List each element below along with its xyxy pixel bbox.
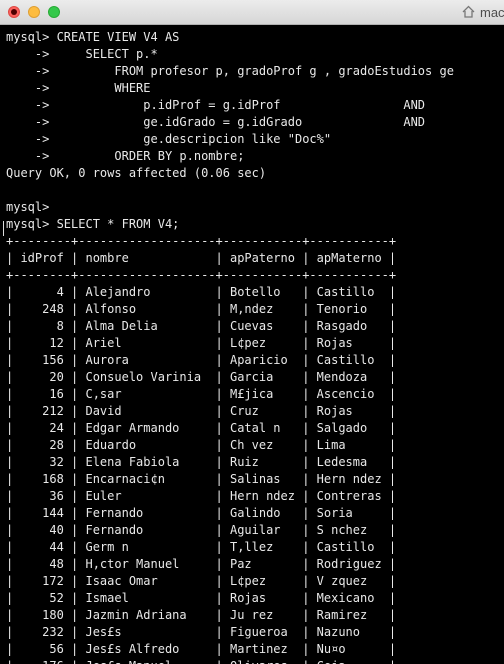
- close-icon: [11, 9, 17, 15]
- window-titlebar: mac: [0, 0, 504, 25]
- terminal-line: | 176 | Jes£s Manuel | Olivares | Ceja |: [6, 658, 396, 664]
- terminal-line: | 16 | C,sar | M£jica | Ascencio |: [6, 387, 397, 401]
- terminal-line: -> FROM profesor p, gradoProf g , gradoE…: [6, 64, 454, 78]
- terminal-line: | 212 | David | Cruz | Rojas |: [6, 404, 397, 418]
- terminal-line: -> p.idProf = g.idProf AND: [6, 98, 426, 112]
- terminal-output[interactable]: mysql> CREATE VIEW V4 AS -> SELECT p.* -…: [0, 25, 504, 664]
- terminal-line: | 36 | Euler | Hern ndez | Contreras |: [6, 489, 397, 503]
- terminal-line: | 156 | Aurora | Aparicio | Castillo |: [6, 353, 397, 367]
- terminal-line: | 40 | Fernando | Aguilar | S nchez |: [6, 523, 397, 537]
- terminal-line: mysql>: [6, 200, 50, 214]
- maximize-window-button[interactable]: [48, 6, 60, 18]
- terminal-line: | 44 | Germ n | T,llez | Castillo |: [6, 540, 397, 554]
- home-icon: [462, 5, 475, 18]
- terminal-line: +--------+-------------------+----------…: [6, 234, 397, 248]
- terminal-line: | 232 | Jes£s | Figueroa | Nazuno |: [6, 625, 397, 639]
- terminal-line: -> SELECT p.*: [6, 47, 158, 61]
- terminal-line: | 172 | Isaac Omar | L¢pez | V zquez |: [6, 574, 397, 588]
- terminal-line: | 48 | H,ctor Manuel | Paz | Rodriguez |: [6, 557, 397, 571]
- terminal-line: | 8 | Alma Delia | Cuevas | Rasgado |: [6, 319, 397, 333]
- terminal-line: -> ge.descripcion like "Doc%": [6, 132, 332, 146]
- terminal-line: mysql> SELECT * FROM V4;: [6, 217, 180, 231]
- terminal-line: -> WHERE: [6, 81, 151, 95]
- terminal-line: | 168 | Encarnaci¢n | Salinas | Hern nde…: [6, 472, 397, 486]
- cursor-marker: [3, 221, 4, 236]
- terminal-line: -> ORDER BY p.nombre;: [6, 149, 245, 163]
- terminal-line: | 32 | Elena Fabiola | Ruiz | Ledesma |: [6, 455, 397, 469]
- terminal-line: | 4 | Alejandro | Botello | Castillo |: [6, 285, 397, 299]
- window-title: mac: [480, 5, 504, 20]
- close-window-button[interactable]: [8, 6, 20, 18]
- terminal-line: mysql> CREATE VIEW V4 AS: [6, 30, 180, 44]
- terminal-line: | 180 | Jazmin Adriana | Ju rez | Ramire…: [6, 608, 397, 622]
- terminal-line: | idProf | nombre | apPaterno | apMatern…: [6, 251, 397, 265]
- terminal-line: | 56 | Jes£s Alfredo | Martinez | Nu¤o |: [6, 642, 397, 656]
- terminal-line: | 248 | Alfonso | M,ndez | Tenorio |: [6, 302, 397, 316]
- terminal-line: | 28 | Eduardo | Ch vez | Lima |: [6, 438, 397, 452]
- terminal-line: | 20 | Consuelo Varinia | Garcia | Mendo…: [6, 370, 397, 384]
- terminal-line: +--------+-------------------+----------…: [6, 268, 397, 282]
- terminal-line: | 12 | Ariel | L¢pez | Rojas |: [6, 336, 397, 350]
- terminal-line: | 24 | Edgar Armando | Catal n | Salgado…: [6, 421, 397, 435]
- minimize-window-button[interactable]: [28, 6, 40, 18]
- terminal-line: -> ge.idGrado = g.idGrado AND: [6, 115, 426, 129]
- terminal-line: Query OK, 0 rows affected (0.06 sec): [6, 166, 267, 180]
- terminal-line: | 144 | Fernando | Galindo | Soria |: [6, 506, 397, 520]
- terminal-line: | 52 | Ismael | Rojas | Mexicano |: [6, 591, 397, 605]
